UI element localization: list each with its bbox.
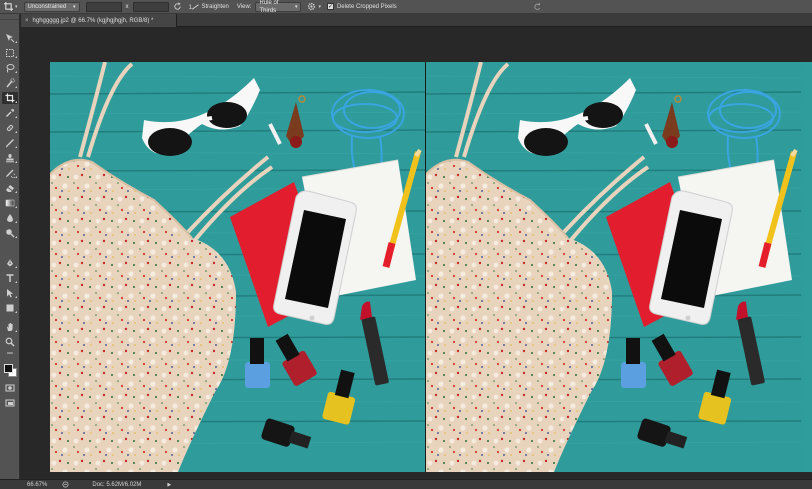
more-tools-icon[interactable] bbox=[2, 349, 18, 357]
crop-tool-icon[interactable] bbox=[4, 2, 13, 11]
blur-icon[interactable] bbox=[2, 212, 18, 224]
chevron-down-icon: ▾ bbox=[294, 3, 298, 10]
marquee-tool-icon[interactable] bbox=[2, 47, 18, 59]
zoom-tool-icon[interactable] bbox=[2, 336, 18, 348]
close-icon[interactable]: × bbox=[25, 18, 29, 24]
document-tab-title: hghggggg.jp2 @ 66.7% (kgjhgjhgjh, RGB/8)… bbox=[32, 17, 154, 24]
hand-tool-icon[interactable] bbox=[2, 321, 18, 333]
document-size: Doc: 5.62M/6.02M bbox=[92, 481, 142, 488]
eraser-icon[interactable] bbox=[2, 182, 18, 194]
gradient-icon[interactable] bbox=[2, 197, 18, 209]
dodge-icon[interactable] bbox=[2, 227, 18, 239]
clone-stamp-icon[interactable] bbox=[2, 152, 18, 164]
document-image[interactable] bbox=[50, 62, 812, 472]
lasso-tool-icon[interactable] bbox=[2, 62, 18, 74]
delete-cropped-checkbox[interactable]: ✓ bbox=[326, 3, 334, 10]
view-select[interactable]: Rule of Thirds ▾ bbox=[255, 0, 302, 14]
height-field[interactable] bbox=[132, 1, 169, 12]
document-tab-bar: × hghggggg.jp2 @ 66.7% (kgjhgjhgjh, RGB/… bbox=[21, 14, 812, 27]
swap-symbol[interactable]: x bbox=[126, 4, 129, 10]
share-icon[interactable] bbox=[61, 481, 69, 488]
foreground-color-swatch[interactable] bbox=[4, 364, 13, 373]
move-tool-icon[interactable] bbox=[2, 32, 18, 44]
ratio-select[interactable]: Unconstrained ▾ bbox=[23, 1, 80, 12]
quick-mask-icon[interactable] bbox=[2, 382, 18, 394]
history-brush-icon[interactable] bbox=[2, 167, 18, 179]
healing-brush-icon[interactable] bbox=[2, 122, 18, 134]
view-label: View: bbox=[236, 3, 252, 10]
screen-mode-icon[interactable] bbox=[2, 397, 18, 409]
shape-tool-icon[interactable] bbox=[2, 302, 18, 314]
view-select-label: Rule of Thirds bbox=[259, 0, 279, 14]
eyedropper-icon[interactable] bbox=[2, 107, 18, 119]
straighten-icon[interactable]: 1 bbox=[188, 2, 200, 11]
gear-menu-arrow[interactable]: ▾ bbox=[318, 4, 321, 10]
delete-cropped-label[interactable]: Delete Cropped Pixels bbox=[337, 4, 397, 10]
canvas-area[interactable] bbox=[21, 27, 812, 478]
gear-icon[interactable] bbox=[307, 2, 316, 11]
zoom-level[interactable]: 66.67% bbox=[27, 482, 47, 488]
chevron-down-icon: ▾ bbox=[73, 3, 76, 10]
width-field[interactable] bbox=[85, 1, 122, 12]
flatlay-photo bbox=[50, 62, 812, 472]
clear-icon[interactable] bbox=[173, 2, 182, 11]
toolbar-grip[interactable] bbox=[0, 14, 19, 20]
ratio-select-label: Unconstrained bbox=[27, 3, 67, 10]
status-bar: 66.67% Doc: 5.62M/6.02M ▶ bbox=[0, 479, 812, 489]
straighten-label[interactable]: Straighten bbox=[202, 4, 229, 10]
quick-selection-icon[interactable] bbox=[2, 77, 18, 89]
path-selection-icon[interactable] bbox=[2, 287, 18, 299]
tool-preset-arrow[interactable]: ▾ bbox=[15, 4, 18, 10]
reset-icon[interactable] bbox=[533, 2, 542, 11]
options-bar: ▾ Unconstrained ▾ x 1 Straighten View: R… bbox=[0, 0, 812, 14]
pen-icon[interactable] bbox=[2, 257, 18, 269]
status-menu-arrow[interactable]: ▶ bbox=[167, 482, 171, 488]
svg-text:1: 1 bbox=[188, 4, 192, 11]
document-tab[interactable]: × hghggggg.jp2 @ 66.7% (kgjhgjhgjh, RGB/… bbox=[21, 14, 177, 27]
type-tool-icon[interactable] bbox=[2, 272, 18, 284]
tools-panel bbox=[0, 14, 20, 479]
crop-tool-icon[interactable] bbox=[2, 92, 18, 104]
brush-icon[interactable] bbox=[2, 137, 18, 149]
